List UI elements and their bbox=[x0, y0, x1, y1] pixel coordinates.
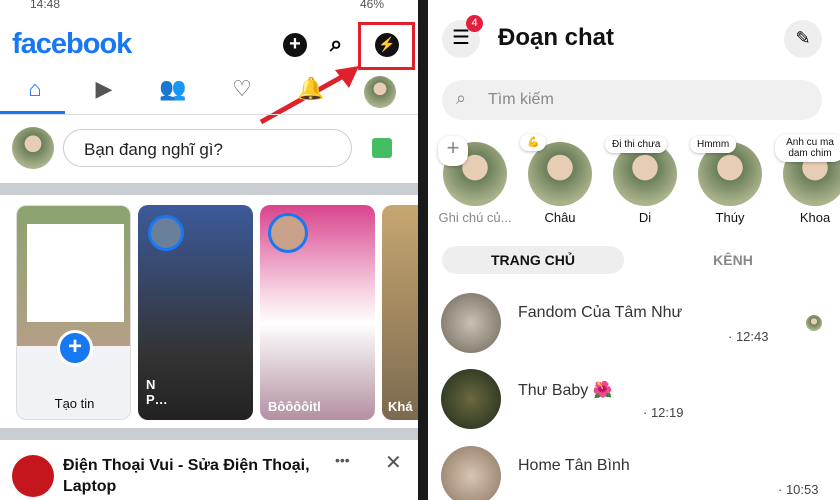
bell-icon[interactable]: 🔔 bbox=[296, 76, 326, 106]
chat-time: · 12:43 bbox=[728, 329, 769, 344]
note-bubble: Hmmm bbox=[690, 136, 737, 153]
avatar bbox=[441, 369, 501, 429]
compose-pencil-icon[interactable]: ✎ bbox=[784, 20, 822, 58]
plus-icon[interactable]: + bbox=[283, 33, 307, 57]
page-avatar[interactable] bbox=[12, 455, 54, 497]
close-icon[interactable]: ✕ bbox=[385, 450, 402, 475]
chat-row[interactable]: Fandom Của Tâm Như · 12:43 bbox=[428, 290, 840, 360]
note-name: Di bbox=[638, 210, 652, 225]
chat-name: Thư Baby 🌺 bbox=[518, 382, 613, 399]
status-battery: 46% bbox=[360, 0, 385, 11]
seen-avatar bbox=[806, 315, 822, 331]
note-name: Ghi chú củ... bbox=[438, 210, 512, 225]
story-name: Bôôôôitl bbox=[268, 399, 321, 414]
chat-name: Fandom Của Tâm Như bbox=[518, 304, 683, 321]
avatar bbox=[441, 293, 501, 353]
search-icon: ⌕ bbox=[456, 88, 467, 108]
profile-menu-icon[interactable] bbox=[364, 76, 396, 108]
photo-icon[interactable] bbox=[372, 138, 392, 158]
create-story-card[interactable]: + Tạo tin bbox=[16, 205, 131, 420]
avatar bbox=[441, 446, 501, 500]
add-note-icon[interactable]: + bbox=[438, 136, 468, 166]
post-author[interactable]: Điện Thoại Vui - Sửa Điện Thoại, Laptop bbox=[63, 455, 323, 497]
chat-name: Home Tân Bình bbox=[518, 457, 630, 474]
status-time: 14:48 bbox=[30, 0, 61, 11]
separator bbox=[0, 428, 418, 440]
chat-row[interactable]: Home Tân Bình · 10:53 bbox=[428, 443, 840, 500]
create-story-label: Tạo tin bbox=[54, 396, 95, 411]
highlight-box bbox=[358, 22, 415, 70]
video-icon[interactable]: ▶ bbox=[89, 76, 119, 106]
story-card[interactable]: Khá bbox=[382, 205, 418, 420]
note-name: Châu bbox=[544, 210, 576, 225]
search-icon[interactable]: ⌕ bbox=[330, 31, 342, 57]
facebook-logo: facebook bbox=[12, 28, 132, 60]
note-avatar[interactable] bbox=[528, 142, 592, 206]
facebook-screen: 14:48 46% facebook + ⌕ ⚡ ⌂ ▶ 👥 ♡ 🔔 Bạn đ… bbox=[0, 0, 418, 500]
search-placeholder: Tìm kiếm bbox=[488, 91, 554, 108]
dating-heart-icon[interactable]: ♡ bbox=[227, 76, 257, 106]
story-name: Khá bbox=[388, 399, 413, 414]
chat-row[interactable]: Thư Baby 🌺 · 12:19 bbox=[428, 366, 840, 436]
chat-time: · 12:19 bbox=[643, 405, 684, 420]
note-bubble: 💪 bbox=[520, 134, 547, 151]
search-input[interactable]: ⌕ Tìm kiếm bbox=[442, 80, 822, 120]
messenger-screen: ☰ 4 Đoạn chat ✎ ⌕ Tìm kiếm + Ghi chú củ.… bbox=[428, 0, 840, 500]
note-name: Thúy bbox=[715, 210, 745, 225]
tab-channels[interactable]: KÊNH bbox=[643, 246, 823, 274]
separator bbox=[0, 183, 418, 195]
composer-input[interactable]: Bạn đang nghĩ gì? bbox=[63, 129, 352, 167]
avatar[interactable] bbox=[12, 127, 54, 169]
story-name: N P… bbox=[146, 377, 168, 407]
note-bubble: Đi thi chưa bbox=[605, 136, 668, 153]
story-card[interactable]: N P… bbox=[138, 205, 253, 420]
home-icon[interactable]: ⌂ bbox=[20, 76, 50, 106]
divider bbox=[0, 114, 418, 115]
plus-icon: + bbox=[57, 330, 93, 366]
menu-badge: 4 bbox=[466, 15, 483, 32]
friends-icon[interactable]: 👥 bbox=[158, 76, 188, 106]
note-bubble: Anh cu ma dam chim bbox=[775, 134, 840, 162]
tab-home[interactable]: TRANG CHỦ bbox=[442, 246, 624, 274]
page-title: Đoạn chat bbox=[498, 24, 615, 51]
chat-time: · 10:53 bbox=[778, 482, 819, 497]
note-name: Khoa bbox=[799, 210, 831, 225]
story-card[interactable]: Bôôôôitl bbox=[260, 205, 375, 420]
more-icon[interactable]: ••• bbox=[335, 452, 350, 468]
